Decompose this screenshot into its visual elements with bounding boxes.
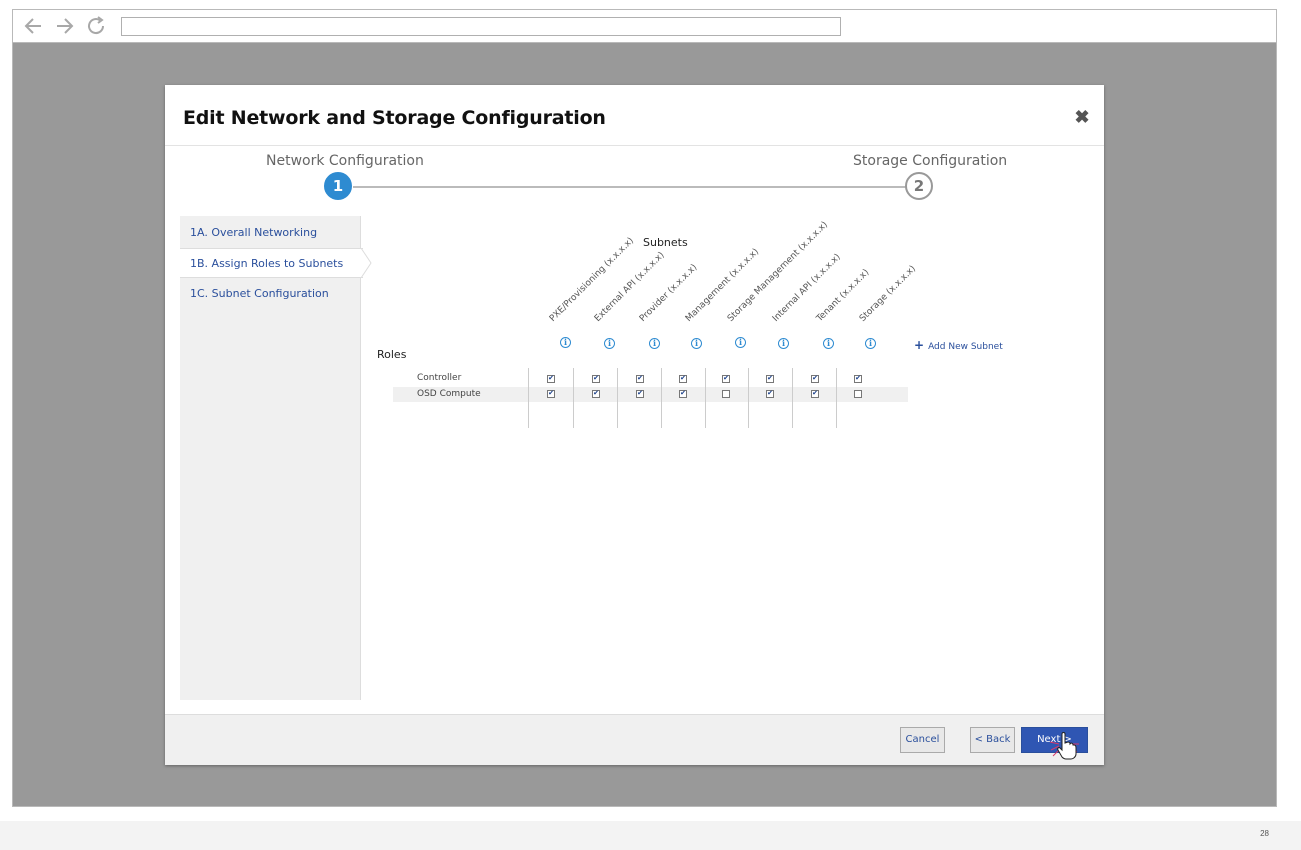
checkbox-checked[interactable]: ✔ <box>766 390 774 398</box>
sidebar-item-subnet-configuration[interactable]: 1C. Subnet Configuration <box>180 279 361 309</box>
step-1-indicator[interactable]: 1 <box>324 172 352 200</box>
active-item-pointer <box>361 248 372 278</box>
dialog-title: Edit Network and Storage Configuration <box>183 107 606 129</box>
edit-config-dialog: Edit Network and Storage Configuration ✖… <box>165 85 1104 765</box>
step-label-storage: Storage Configuration <box>853 153 1008 169</box>
checkbox-checked[interactable]: ✔ <box>547 375 555 383</box>
arrow-left-icon[interactable] <box>21 15 45 37</box>
dialog-header: Edit Network and Storage Configuration ✖ <box>165 85 1104 146</box>
step-2-indicator[interactable]: 2 <box>905 172 933 200</box>
column-dividers <box>528 368 837 428</box>
checkbox-checked[interactable]: ✔ <box>854 375 862 383</box>
close-icon[interactable]: ✖ <box>1074 108 1090 126</box>
checkbox-checked[interactable]: ✔ <box>766 375 774 383</box>
page-number: 28 <box>1260 829 1269 838</box>
cancel-button[interactable]: Cancel <box>900 727 945 753</box>
checkbox-checked[interactable]: ✔ <box>811 375 819 383</box>
checkbox-checked[interactable]: ✔ <box>679 390 687 398</box>
checkbox-unchecked[interactable] <box>722 390 730 398</box>
dialog-footer: Cancel < Back Next > <box>165 714 1104 765</box>
sidebar-item-assign-roles[interactable]: 1B. Assign Roles to Subnets <box>180 248 363 278</box>
checkbox-checked[interactable]: ✔ <box>592 375 600 383</box>
checkbox-checked[interactable]: ✔ <box>592 390 600 398</box>
checkbox-checked[interactable]: ✔ <box>679 375 687 383</box>
checkbox-checked[interactable]: ✔ <box>547 390 555 398</box>
checkbox-checked[interactable]: ✔ <box>811 390 819 398</box>
checkbox-unchecked[interactable] <box>854 390 862 398</box>
step-connector <box>353 186 921 188</box>
step-label-network: Network Configuration <box>266 153 424 169</box>
sidebar-item-overall-networking[interactable]: 1A. Overall Networking <box>180 218 361 248</box>
slide-footer: 28 <box>0 821 1301 850</box>
roles-subnets-panel: Subnets PXE/Provisioning (x.x.x.x) Exter… <box>373 216 1093 700</box>
browser-window: Edit Network and Storage Configuration ✖… <box>12 9 1277 807</box>
hand-cursor-icon <box>1049 732 1079 760</box>
wizard-sidebar: 1A. Overall Networking 1B. Assign Roles … <box>180 216 363 700</box>
wizard-stepper: Network Configuration Storage Configurat… <box>165 146 1104 206</box>
address-bar[interactable] <box>121 17 841 36</box>
browser-toolbar <box>13 10 1276 43</box>
back-button[interactable]: < Back <box>970 727 1015 753</box>
checkbox-checked[interactable]: ✔ <box>722 375 730 383</box>
arrow-right-icon[interactable] <box>53 15 77 37</box>
checkbox-checked[interactable]: ✔ <box>636 390 644 398</box>
reload-icon[interactable] <box>85 15 109 37</box>
checkbox-checked[interactable]: ✔ <box>636 375 644 383</box>
